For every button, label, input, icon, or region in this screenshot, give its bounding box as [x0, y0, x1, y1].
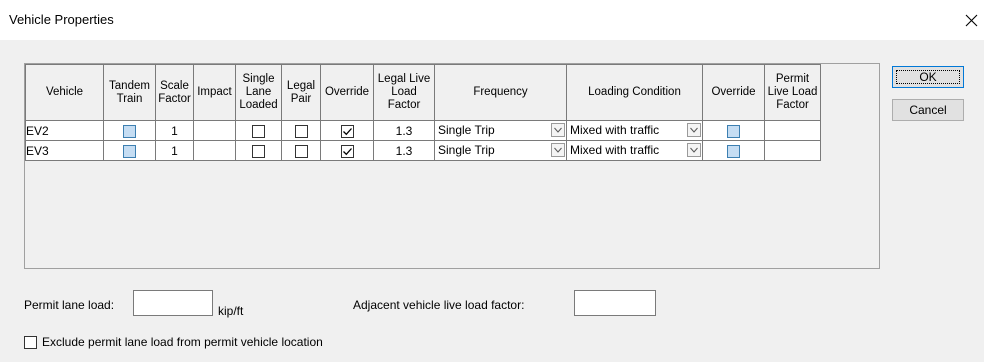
header-row: Vehicle Tandem Train Scale Factor Impact… — [25, 64, 821, 121]
scale-factor-cell[interactable]: 1 — [155, 120, 194, 141]
focus-rect — [896, 70, 960, 84]
loading-condition-cell[interactable]: Mixed with traffic — [566, 140, 703, 161]
chevron-down-icon[interactable] — [687, 123, 701, 137]
frequency-cell[interactable]: Single Trip — [434, 120, 567, 141]
override-checkbox[interactable] — [340, 124, 354, 138]
table-row[interactable]: EV3 1 1.3 Single Trip Mixed with traffic — [25, 140, 821, 161]
tandem-train-checkbox[interactable] — [123, 124, 136, 138]
chevron-down-icon[interactable] — [687, 143, 701, 157]
legal-live-load-factor-cell[interactable]: 1.3 — [373, 140, 435, 161]
col-header-frequency[interactable]: Frequency — [434, 64, 567, 121]
override-checkbox[interactable] — [340, 144, 354, 158]
col-header-override[interactable]: Override — [320, 64, 374, 121]
tandem-train-checkbox[interactable] — [123, 144, 136, 158]
permit-live-load-factor-cell[interactable] — [764, 140, 821, 161]
legal-live-load-factor-cell[interactable]: 1.3 — [373, 120, 435, 141]
frequency-cell[interactable]: Single Trip — [434, 140, 567, 161]
legal-pair-checkbox[interactable] — [294, 144, 308, 158]
cancel-button-label: Cancel — [909, 103, 947, 117]
col-header-scale-factor[interactable]: Scale Factor — [155, 64, 194, 121]
override-2-checkbox[interactable] — [727, 144, 740, 158]
table-row[interactable]: EV2 1 1.3 Single Trip Mixed with traffic — [25, 120, 821, 141]
override-2-checkbox[interactable] — [727, 124, 740, 138]
permit-lane-load-label: Permit lane load: — [24, 298, 115, 312]
adjacent-factor-input[interactable] — [574, 290, 656, 316]
vehicle-grid: Vehicle Tandem Train Scale Factor Impact… — [24, 63, 880, 269]
adjacent-factor-label: Adjacent vehicle live load factor: — [353, 298, 525, 312]
loading-condition-cell[interactable]: Mixed with traffic — [566, 120, 703, 141]
col-header-permit-live-load-factor[interactable]: Permit Live Load Factor — [764, 64, 821, 121]
vehicle-cell[interactable]: EV3 — [25, 140, 104, 161]
check-icon — [342, 127, 352, 135]
permit-live-load-factor-cell[interactable] — [764, 120, 821, 141]
window-title: Vehicle Properties — [9, 12, 114, 27]
col-header-impact[interactable]: Impact — [193, 64, 236, 121]
exclude-label[interactable]: Exclude permit lane load from permit veh… — [42, 335, 323, 349]
impact-cell[interactable] — [193, 140, 236, 161]
tandem-train-cell[interactable] — [103, 140, 156, 161]
col-header-loading-condition[interactable]: Loading Condition — [566, 64, 703, 121]
permit-lane-load-input[interactable] — [133, 290, 213, 316]
override-2-cell[interactable] — [702, 120, 765, 141]
single-lane-loaded-cell[interactable] — [235, 140, 282, 161]
col-header-legal-pair[interactable]: Legal Pair — [281, 64, 321, 121]
exclude-checkbox[interactable] — [24, 336, 37, 349]
vehicle-cell[interactable]: EV2 — [25, 120, 104, 141]
cancel-button[interactable]: Cancel — [892, 99, 964, 121]
tandem-train-cell[interactable] — [103, 120, 156, 141]
col-header-tandem-train[interactable]: Tandem Train — [103, 64, 156, 121]
loading-condition-dropdown[interactable]: Mixed with traffic — [567, 141, 702, 160]
single-lane-loaded-checkbox[interactable] — [252, 144, 265, 158]
override-2-cell[interactable] — [702, 140, 765, 161]
col-header-legal-live-load-factor[interactable]: Legal Live Load Factor — [373, 64, 435, 121]
title-bar: Vehicle Properties — [0, 0, 984, 40]
legal-pair-checkbox[interactable] — [294, 124, 308, 138]
col-header-override-2[interactable]: Override — [702, 64, 765, 121]
col-header-vehicle[interactable]: Vehicle — [25, 64, 104, 121]
override-cell[interactable] — [320, 140, 374, 161]
vehicle-table: Vehicle Tandem Train Scale Factor Impact… — [25, 64, 821, 161]
single-lane-loaded-cell[interactable] — [235, 120, 282, 141]
chevron-down-icon[interactable] — [551, 123, 565, 137]
check-icon — [342, 147, 352, 155]
legal-pair-cell[interactable] — [281, 120, 321, 141]
scale-factor-cell[interactable]: 1 — [155, 140, 194, 161]
legal-pair-cell[interactable] — [281, 140, 321, 161]
ok-button[interactable]: OK — [892, 66, 964, 88]
close-icon[interactable] — [960, 8, 984, 32]
frequency-dropdown[interactable]: Single Trip — [435, 141, 566, 160]
permit-lane-load-unit: kip/ft — [218, 304, 244, 318]
col-header-single-lane-loaded[interactable]: Single Lane Loaded — [235, 64, 282, 121]
loading-condition-dropdown[interactable]: Mixed with traffic — [567, 121, 702, 140]
chevron-down-icon[interactable] — [551, 143, 565, 157]
single-lane-loaded-checkbox[interactable] — [252, 124, 265, 138]
impact-cell[interactable] — [193, 120, 236, 141]
override-cell[interactable] — [320, 120, 374, 141]
frequency-dropdown[interactable]: Single Trip — [435, 121, 566, 140]
